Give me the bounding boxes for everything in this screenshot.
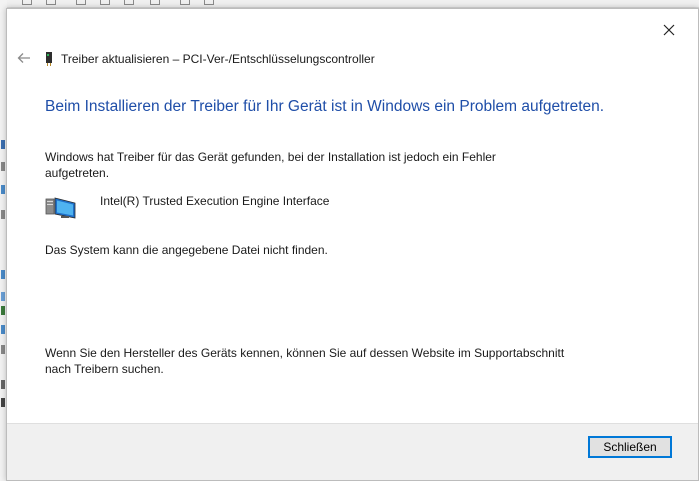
close-icon xyxy=(663,24,675,36)
error-message: Windows hat Treiber für das Gerät gefund… xyxy=(45,150,496,180)
tree-item-icon xyxy=(1,325,5,334)
toolbar-icon xyxy=(22,0,32,5)
toolbar-icon xyxy=(150,0,160,5)
error-heading: Beim Installieren der Treiber für Ihr Ge… xyxy=(45,98,605,115)
toolbar-icon xyxy=(124,0,134,5)
dialog-title: Treiber aktualisieren – PCI-Ver-/Entschl… xyxy=(61,52,375,66)
toolbar-icon xyxy=(46,0,56,5)
toolbar-icon xyxy=(180,0,190,5)
toolbar-icon xyxy=(100,0,110,5)
tree-item-icon xyxy=(1,140,5,149)
toolbar-icon xyxy=(76,0,86,5)
error-detail: Das System kann die angegebene Datei nic… xyxy=(45,243,328,257)
back-button[interactable] xyxy=(13,47,35,69)
tree-item-icon xyxy=(1,162,5,171)
tree-item-icon xyxy=(1,306,5,315)
tree-item-icon xyxy=(1,398,5,407)
toolbar-icon xyxy=(204,0,214,5)
back-arrow-icon xyxy=(17,53,30,63)
tree-item-icon xyxy=(1,345,5,354)
close-window-button[interactable] xyxy=(658,19,680,41)
tree-item-icon xyxy=(1,292,5,301)
device-name: Intel(R) Trusted Execution Engine Interf… xyxy=(100,194,330,208)
tree-item-icon xyxy=(1,185,5,194)
update-driver-dialog: Treiber aktualisieren – PCI-Ver-/Entschl… xyxy=(6,8,699,481)
tree-item-icon xyxy=(1,270,5,279)
pci-card-icon xyxy=(46,52,52,66)
manufacturer-hint: Wenn Sie den Hersteller des Geräts kenne… xyxy=(45,346,565,376)
dialog-title-bar: Treiber aktualisieren – PCI-Ver-/Entschl… xyxy=(45,51,375,67)
tree-item-icon xyxy=(1,210,5,219)
close-button[interactable]: Schließen xyxy=(588,436,672,458)
computer-monitor-icon xyxy=(45,197,76,219)
background-window-toolbar xyxy=(0,0,699,8)
tree-item-icon xyxy=(1,380,5,389)
dialog-footer: Schließen xyxy=(7,423,698,480)
